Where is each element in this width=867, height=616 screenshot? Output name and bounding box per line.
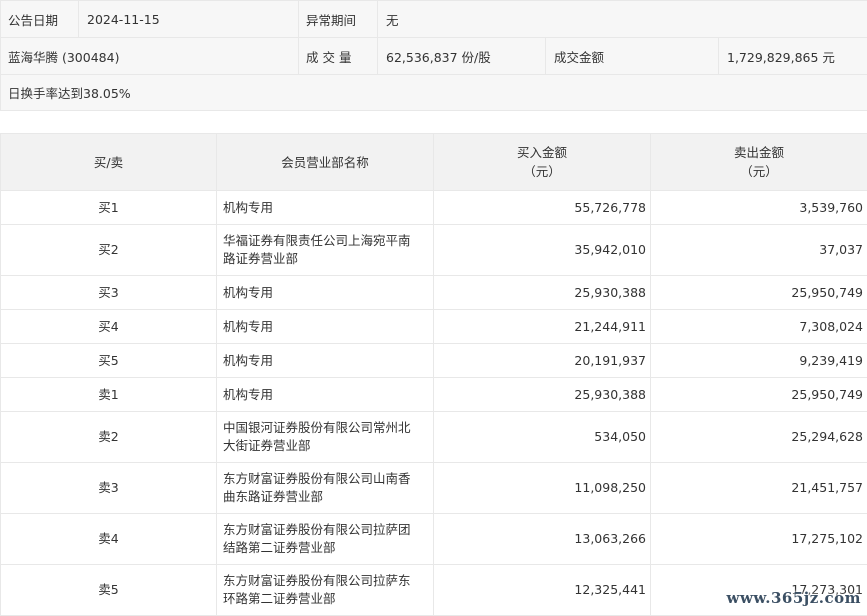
row-branch: 中国银河证券股份有限公司常州北大街证券营业部 (217, 412, 434, 463)
table-row: 卖4 东方财富证券股份有限公司拉萨团结路第二证券营业部 13,063,266 1… (1, 514, 867, 565)
row-side: 买4 (1, 310, 217, 344)
row-side: 买1 (1, 191, 217, 225)
table-row: 买1 机构专用 55,726,778 3,539,760 (1, 191, 867, 225)
row-side: 卖5 (1, 565, 217, 616)
amount-label: 成交金额 (546, 38, 719, 75)
row-side: 卖2 (1, 412, 217, 463)
table-row: 买5 机构专用 20,191,937 9,239,419 (1, 344, 867, 378)
row-side: 卖1 (1, 378, 217, 412)
row-sell-amount: 25,950,749 (651, 378, 867, 412)
row-sell-amount: 21,451,757 (651, 463, 867, 514)
header-sell-amount: 卖出金额 （元） (651, 134, 867, 191)
row-buy-amount: 55,726,778 (434, 191, 651, 225)
row-branch: 东方财富证券股份有限公司拉萨东环路第二证券营业部 (217, 565, 434, 616)
table-header-row: 买/卖 会员营业部名称 买入金额 （元） 卖出金额 （元） (1, 134, 867, 191)
abnormal-period-label: 异常期间 (299, 1, 378, 38)
row-branch: 机构专用 (217, 276, 434, 310)
summary-row-stock: 蓝海华腾 (300484) 成 交 量 62,536,837 份/股 成交金额 … (1, 38, 867, 75)
row-buy-amount: 21,244,911 (434, 310, 651, 344)
row-sell-amount: 17,275,102 (651, 514, 867, 565)
row-branch: 机构专用 (217, 344, 434, 378)
row-branch: 东方财富证券股份有限公司山南香曲东路证券营业部 (217, 463, 434, 514)
row-buy-amount: 11,098,250 (434, 463, 651, 514)
row-side: 卖4 (1, 514, 217, 565)
row-side: 买2 (1, 225, 217, 276)
table-row: 卖2 中国银河证券股份有限公司常州北大街证券营业部 534,050 25,294… (1, 412, 867, 463)
row-buy-amount: 12,325,441 (434, 565, 651, 616)
summary-table: 公告日期 2024-11-15 异常期间 无 蓝海华腾 (300484) 成 交… (0, 0, 867, 111)
row-sell-amount: 25,950,749 (651, 276, 867, 310)
header-sell-title: 卖出金额 (734, 145, 784, 160)
table-row: 买3 机构专用 25,930,388 25,950,749 (1, 276, 867, 310)
header-branch: 会员营业部名称 (217, 134, 434, 191)
row-branch: 机构专用 (217, 378, 434, 412)
row-branch: 华福证券有限责任公司上海宛平南路证券营业部 (217, 225, 434, 276)
summary-row-reason: 日换手率达到38.05% (1, 75, 867, 111)
trading-seats-table: 买/卖 会员营业部名称 买入金额 （元） 卖出金额 （元） 买1 机构专用 55… (0, 133, 867, 616)
row-buy-amount: 35,942,010 (434, 225, 651, 276)
row-buy-amount: 534,050 (434, 412, 651, 463)
listing-reason: 日换手率达到38.05% (1, 75, 867, 111)
header-buy-amount: 买入金额 （元） (434, 134, 651, 191)
amount-value: 1,729,829,865 元 (719, 38, 867, 75)
stock-name: 蓝海华腾 (300484) (1, 38, 299, 75)
table-row: 买4 机构专用 21,244,911 7,308,024 (1, 310, 867, 344)
table-row: 卖1 机构专用 25,930,388 25,950,749 (1, 378, 867, 412)
site-watermark: www.365jz.com (727, 589, 861, 607)
abnormal-period-value: 无 (378, 1, 867, 38)
row-sell-amount: 37,037 (651, 225, 867, 276)
table-row: 卖3 东方财富证券股份有限公司山南香曲东路证券营业部 11,098,250 21… (1, 463, 867, 514)
row-side: 买5 (1, 344, 217, 378)
row-branch: 机构专用 (217, 191, 434, 225)
announce-date-label: 公告日期 (1, 1, 79, 38)
header-buy-title: 买入金额 (517, 145, 567, 160)
row-side: 卖3 (1, 463, 217, 514)
volume-label: 成 交 量 (299, 38, 378, 75)
header-side: 买/卖 (1, 134, 217, 191)
row-sell-amount: 9,239,419 (651, 344, 867, 378)
row-buy-amount: 25,930,388 (434, 378, 651, 412)
row-buy-amount: 13,063,266 (434, 514, 651, 565)
row-buy-amount: 25,930,388 (434, 276, 651, 310)
header-buy-unit: （元） (523, 164, 561, 179)
volume-value: 62,536,837 份/股 (378, 38, 546, 75)
row-side: 买3 (1, 276, 217, 310)
header-sell-unit: （元） (740, 164, 778, 179)
row-branch: 东方财富证券股份有限公司拉萨团结路第二证券营业部 (217, 514, 434, 565)
row-sell-amount: 25,294,628 (651, 412, 867, 463)
summary-row-date: 公告日期 2024-11-15 异常期间 无 (1, 1, 867, 38)
row-sell-amount: 7,308,024 (651, 310, 867, 344)
row-sell-amount: 3,539,760 (651, 191, 867, 225)
row-branch: 机构专用 (217, 310, 434, 344)
announce-date-value: 2024-11-15 (79, 1, 299, 38)
row-buy-amount: 20,191,937 (434, 344, 651, 378)
table-row: 买2 华福证券有限责任公司上海宛平南路证券营业部 35,942,010 37,0… (1, 225, 867, 276)
